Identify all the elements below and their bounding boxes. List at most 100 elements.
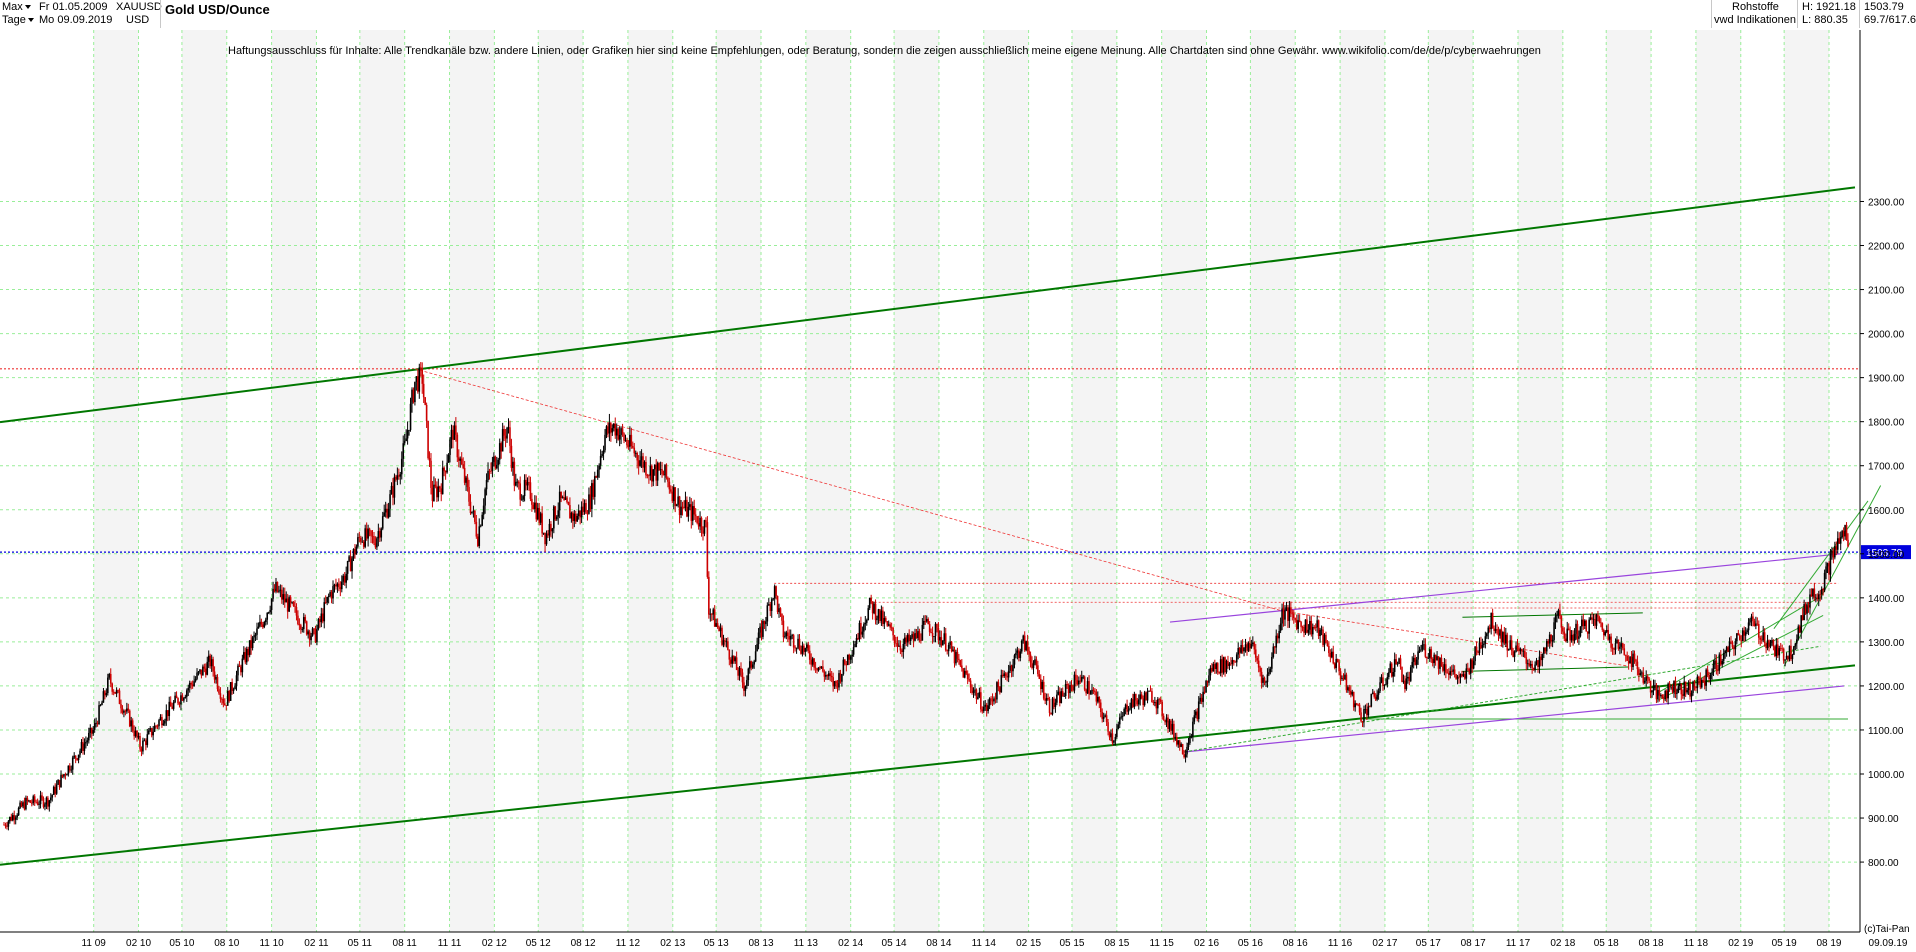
candle-body [228, 691, 230, 701]
candle-body [1344, 674, 1346, 680]
candle-body [1714, 660, 1716, 665]
candle-body [1358, 704, 1361, 713]
candle-body [519, 483, 522, 500]
candle-body [1540, 656, 1542, 661]
candle-body [33, 796, 36, 802]
candle-body [532, 504, 535, 509]
candle-body [44, 804, 46, 807]
candle-body [572, 512, 574, 522]
candle-body [763, 620, 766, 625]
candle-body [1494, 629, 1497, 631]
candle-body [1369, 706, 1371, 708]
candle-body [838, 673, 840, 688]
candle-body [111, 683, 114, 692]
candle-body [1328, 646, 1330, 654]
candle-body [30, 802, 33, 804]
candle-body [912, 634, 915, 641]
candle-body [1307, 629, 1310, 633]
candle-body [1206, 680, 1209, 683]
candle-body [25, 797, 27, 810]
candle-body [446, 462, 448, 473]
candle-body [1471, 659, 1473, 669]
candle-body [658, 463, 660, 470]
candle-body [1614, 643, 1617, 650]
candle-body [585, 503, 587, 514]
candle-body [874, 603, 877, 621]
candle-body [982, 706, 985, 712]
candle-body [213, 671, 216, 680]
candle-body [1617, 639, 1620, 649]
candle-body [1309, 620, 1311, 630]
candle-body [713, 609, 716, 627]
candle-body [765, 621, 767, 625]
candle-body [1269, 668, 1272, 673]
candle-body [4, 824, 7, 827]
candle-body [662, 474, 665, 476]
candle-body [488, 470, 491, 472]
interval-select[interactable]: Tage [2, 14, 34, 27]
candle-body [690, 504, 693, 521]
candle-body [1095, 692, 1098, 702]
high-value: H: 1921.18 [1802, 1, 1856, 13]
candle-body [1760, 639, 1763, 641]
candle-body [1543, 647, 1545, 654]
candle-body [773, 586, 776, 599]
candle-body [923, 620, 925, 625]
candle-body [1616, 639, 1618, 644]
candle-body [1200, 697, 1203, 702]
candle-body [58, 779, 61, 788]
candle-body [1118, 717, 1121, 725]
candle-body [1322, 629, 1324, 646]
candle-body [867, 608, 870, 621]
candle-body [28, 800, 30, 802]
candle-body [85, 741, 87, 744]
candle-body [851, 654, 853, 657]
candle-body [360, 537, 362, 542]
candle-body [1041, 681, 1044, 690]
candle-body [253, 635, 255, 638]
candle-body [402, 443, 405, 459]
candle-body [1228, 663, 1231, 666]
candle-body [1015, 652, 1017, 656]
y-tick-label: 1600.00 [1868, 506, 1905, 517]
month-band [1071, 30, 1117, 932]
candle-body [409, 403, 412, 430]
candle-body [16, 815, 18, 818]
candle-body [517, 481, 520, 484]
candle-body [11, 815, 14, 821]
x-tick-label: 05 13 [704, 938, 729, 949]
candle-body [1534, 664, 1536, 671]
candle-body [1130, 699, 1133, 709]
candle-body [1630, 656, 1633, 668]
candle-body [811, 658, 814, 665]
range-select[interactable]: Max [2, 1, 31, 14]
candle-body [202, 666, 204, 676]
price-chart[interactable]: 1503.79 800.00 900.00 1000.00 1100.00 1200.0… [0, 0, 1916, 952]
candle-body [1765, 643, 1767, 649]
candle-body [1725, 647, 1728, 651]
chevron-down-icon [24, 5, 31, 10]
candle-body [1029, 654, 1032, 663]
candle-body [953, 649, 956, 664]
candle-body [1006, 676, 1008, 678]
candle-body [1573, 633, 1576, 641]
candle-body [803, 645, 805, 652]
candle-body [605, 426, 608, 435]
candle-body [1450, 671, 1453, 672]
candle-body [181, 695, 184, 701]
candle-body [1455, 674, 1457, 679]
candle-body [1061, 691, 1064, 697]
candle-body [833, 681, 836, 687]
candle-body [806, 644, 808, 649]
candle-body [1839, 537, 1842, 544]
candle-body [544, 532, 546, 545]
candle-body [754, 651, 757, 662]
candle-body [200, 669, 203, 676]
candle-body [254, 634, 257, 636]
candle-body [1398, 658, 1400, 664]
x-tick-label: 02 19 [1728, 938, 1753, 949]
candle-body [188, 682, 191, 688]
candle-body [406, 430, 409, 439]
candle-body [1273, 646, 1276, 648]
candle-body [1488, 627, 1491, 630]
